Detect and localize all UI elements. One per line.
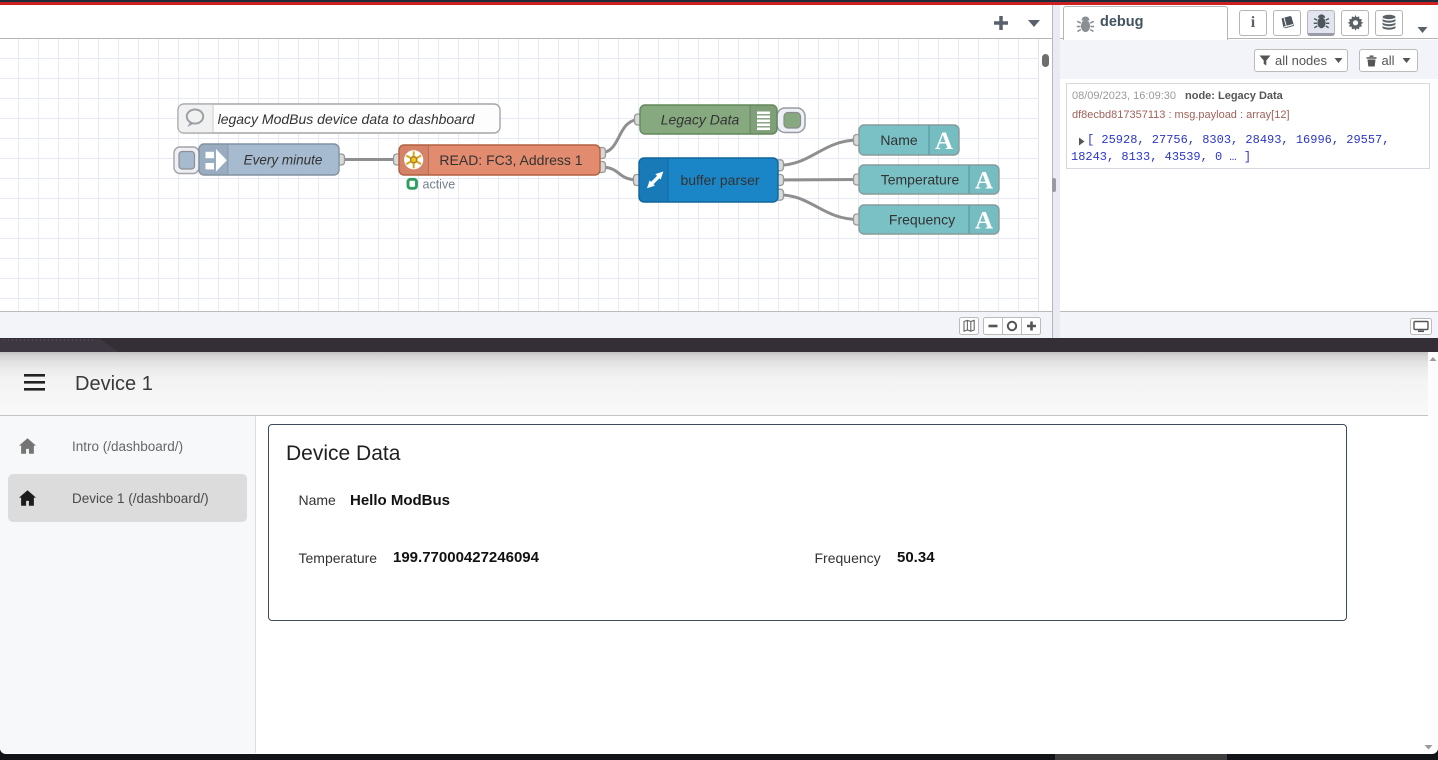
svg-text:active: active <box>423 178 456 192</box>
svg-text:A: A <box>935 128 953 155</box>
svg-text:buffer parser: buffer parser <box>680 172 759 188</box>
svg-text:READ: FC3, Address 1: READ: FC3, Address 1 <box>439 152 582 168</box>
svg-text:legacy ModBus device data to d: legacy ModBus device data to dashboard <box>218 111 476 127</box>
svg-text:Temperature: Temperature <box>881 172 960 188</box>
svg-text:Legacy Data: Legacy Data <box>661 111 740 127</box>
svg-text:A: A <box>975 168 993 195</box>
svg-text:Every minute: Every minute <box>244 153 323 168</box>
svg-text:Frequency: Frequency <box>889 212 955 228</box>
svg-text:Name: Name <box>880 132 918 148</box>
svg-text:A: A <box>975 208 993 235</box>
